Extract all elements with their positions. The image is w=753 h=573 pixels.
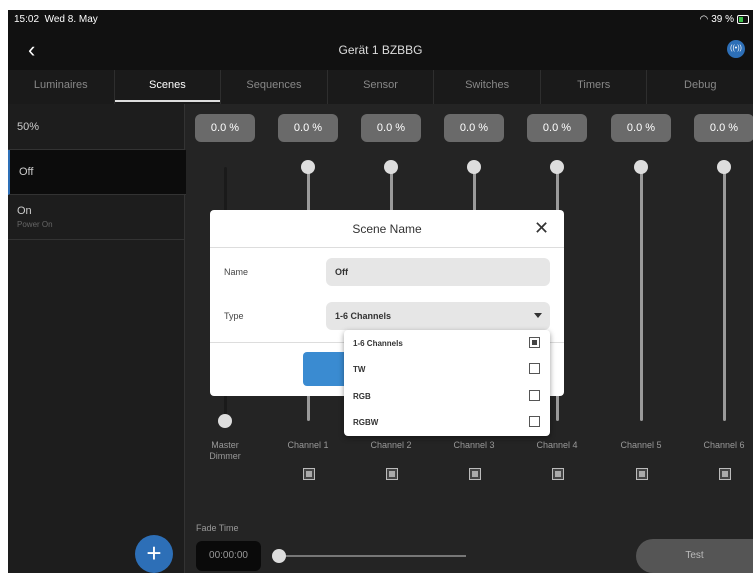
slider-knob[interactable] <box>218 414 232 428</box>
channel-label: Channel 6 <box>703 440 745 450</box>
type-option-tw[interactable]: TW <box>344 356 550 382</box>
channel-value-box[interactable]: 0.0 % <box>361 114 421 142</box>
slider-track[interactable] <box>640 167 643 421</box>
battery-percent: 39 % <box>711 14 734 25</box>
checkbox[interactable] <box>529 363 540 374</box>
close-button[interactable]: ✕ <box>534 218 549 239</box>
channel-label: Channel 4 <box>536 440 578 450</box>
slider-knob[interactable] <box>301 160 315 174</box>
channel-checkbox[interactable] <box>719 468 731 480</box>
channel-checkbox[interactable] <box>636 468 648 480</box>
scene-item-on[interactable]: On Power On <box>8 195 184 240</box>
slider-knob[interactable] <box>634 160 648 174</box>
scene-name: On <box>17 205 32 217</box>
tab-bar: Luminaires Scenes Sequences Sensor Switc… <box>8 70 753 104</box>
fade-time-input[interactable]: 00:00:00 <box>196 541 261 571</box>
type-select-value: 1-6 Channels <box>335 311 392 321</box>
tab-timers[interactable]: Timers <box>541 70 648 104</box>
divider <box>210 247 564 248</box>
page-title: Gerät 1 BZBBG <box>338 43 423 57</box>
radio-icon[interactable]: ((•)) <box>727 40 745 58</box>
checkbox[interactable] <box>529 416 540 427</box>
fade-time-label: Fade Time <box>196 523 239 533</box>
chevron-down-icon <box>534 313 542 318</box>
option-label: TW <box>353 365 366 374</box>
type-option-rgb[interactable]: RGB <box>344 383 550 409</box>
channel-value-box[interactable]: 0.0 % <box>195 114 255 142</box>
channel-value-box[interactable]: 0.0 % <box>611 114 671 142</box>
battery-icon <box>737 15 749 24</box>
dialog-title: Scene Name <box>352 222 422 236</box>
status-time: 15:02 <box>14 14 40 25</box>
tab-scenes[interactable]: Scenes <box>114 70 222 104</box>
option-label: RGBW <box>353 418 379 427</box>
tab-switches[interactable]: Switches <box>434 70 541 104</box>
add-scene-button[interactable]: + <box>135 535 173 573</box>
channel-label: Channel 2 <box>370 440 412 450</box>
channel-value-box[interactable]: 0.0 % <box>444 114 504 142</box>
slider-track[interactable] <box>723 167 726 421</box>
type-option-1-6-channels[interactable]: 1-6 Channels <box>344 330 550 356</box>
fade-time-track[interactable] <box>278 555 466 557</box>
option-label: RGB <box>353 392 371 401</box>
option-label: 1-6 Channels <box>353 339 403 348</box>
name-input[interactable]: Off <box>326 258 550 286</box>
checkbox[interactable] <box>529 337 540 348</box>
channel-label: Channel 5 <box>620 440 662 450</box>
wifi-icon: ◠ <box>699 14 709 25</box>
channel-checkbox[interactable] <box>303 468 315 480</box>
nav-bar: ‹ Gerät 1 BZBBG ((•)) <box>8 32 753 70</box>
tab-debug[interactable]: Debug <box>647 70 753 104</box>
checkbox[interactable] <box>529 390 540 401</box>
app-window: 15:02 Wed 8. May ◠ 39 % ‹ Gerät 1 BZBBG … <box>8 10 753 573</box>
slider-knob[interactable] <box>550 160 564 174</box>
tab-sequences[interactable]: Sequences <box>221 70 328 104</box>
slider-knob[interactable] <box>467 160 481 174</box>
type-label: Type <box>224 311 244 321</box>
tab-luminaires[interactable]: Luminaires <box>8 70 115 104</box>
scene-item-50[interactable]: 50% <box>8 104 184 150</box>
channel-checkbox[interactable] <box>386 468 398 480</box>
test-button[interactable]: Test <box>636 539 753 573</box>
close-icon: ✕ <box>534 218 550 238</box>
scene-item-off[interactable]: Off <box>8 150 186 195</box>
channel-checkbox[interactable] <box>552 468 564 480</box>
slider-knob[interactable] <box>717 160 731 174</box>
slider-knob[interactable] <box>384 160 398 174</box>
type-dropdown: 1-6 Channels TW RGB RGBW <box>344 330 550 436</box>
status-date: Wed 8. May <box>44 14 98 25</box>
channel-value-box[interactable]: 0.0 % <box>278 114 338 142</box>
scene-list: 50% Off On Power On <box>8 104 186 573</box>
channel-label: Channel 1 <box>287 440 329 450</box>
channel-value-box[interactable]: 0.0 % <box>527 114 587 142</box>
fade-time-knob[interactable] <box>272 549 286 563</box>
scene-name: 50% <box>17 121 40 133</box>
plus-icon: + <box>146 538 162 568</box>
type-select[interactable]: 1-6 Channels <box>326 302 550 330</box>
channel-value-box[interactable]: 0.0 % <box>694 114 753 142</box>
channel-checkbox[interactable] <box>469 468 481 480</box>
channel-label: Master Dimmer <box>209 440 241 461</box>
tab-sensor[interactable]: Sensor <box>328 70 435 104</box>
scene-subtitle: Power On <box>17 220 53 229</box>
channel-label: Channel 3 <box>453 440 495 450</box>
scene-name: Off <box>19 166 34 178</box>
type-option-rgbw[interactable]: RGBW <box>344 409 550 435</box>
name-label: Name <box>224 267 249 277</box>
status-bar: 15:02 Wed 8. May ◠ 39 % <box>8 10 753 32</box>
